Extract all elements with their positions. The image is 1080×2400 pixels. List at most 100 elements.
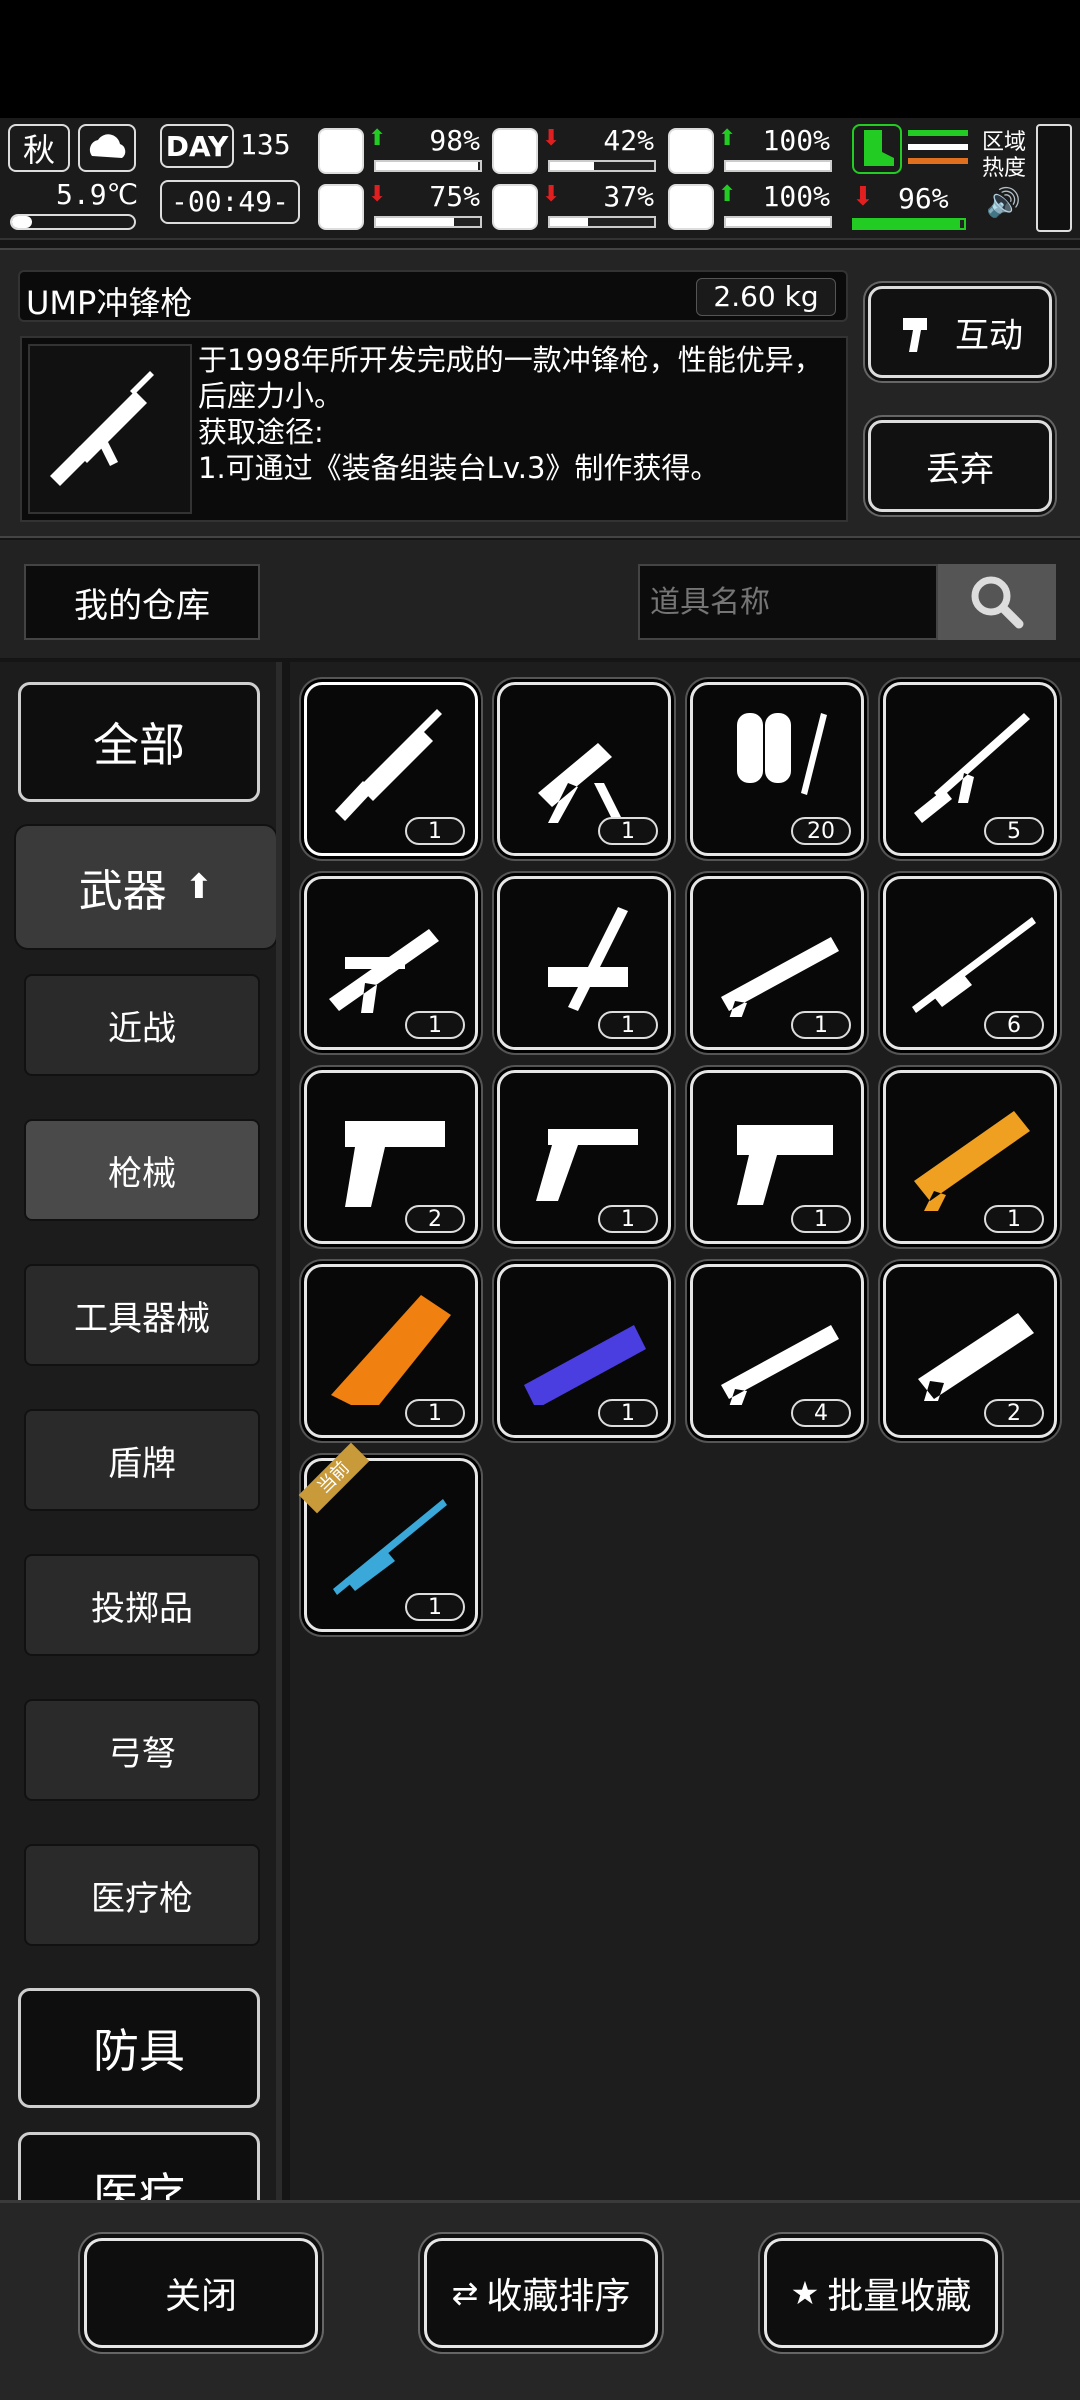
item-weight: 2.60 kg [696,278,836,316]
gold-minigun-icon [914,1111,1030,1211]
top-blank [0,0,1080,118]
mounted-gun-icon [538,743,624,823]
stat-value: 42% [603,124,654,157]
category-all[interactable]: 全部 [18,682,260,802]
item-count-badge: 1 [598,1399,658,1427]
item-count-badge: 1 [598,1011,658,1039]
category-weapons-label: 武器 [78,866,167,917]
stat-bar [374,160,482,172]
trend-arrow-icon: ⬇ [542,126,561,151]
inventory-slot-shotgun[interactable]: 1 [690,876,864,1050]
season-badge: 秋 [8,124,70,172]
status-hud: 秋 5.9℃ DAY 135 -00:49- ⬆ 98% ⬇ 42% ⬆ 100% ⬇ 75… [0,118,1080,240]
subcategory-item[interactable]: 医疗枪 [24,1844,260,1946]
subcategory-item[interactable]: 弓弩 [24,1699,260,1801]
subcategory-label: 医疗枪 [91,1878,193,1919]
item-thumbnail [28,344,192,514]
boot-trend-arrow: ⬇ [852,182,874,212]
inventory-slot-crossbow-gun[interactable]: 1 [497,876,671,1050]
category-weapons[interactable]: 武器 ⬆ [14,824,276,950]
item-count-badge: 2 [405,1205,465,1233]
subcategory-label: 投掷品 [91,1588,193,1629]
inventory-slot-pump-shotgun[interactable]: 4 [690,1264,864,1438]
inventory-slot-smg[interactable]: 1 [304,682,478,856]
subcategory-item[interactable]: 枪械 [24,1119,260,1221]
subcategory-label: 枪械 [108,1153,176,1194]
subcategory-item[interactable]: 投掷品 [24,1554,260,1656]
stat-value: 100% [762,180,830,213]
item-count-badge: 1 [791,1011,851,1039]
category-medical[interactable]: 医疗 [18,2132,260,2200]
inventory-slot-orange-cannon[interactable]: 1 [304,1264,478,1438]
interact-button[interactable]: 互动 [868,286,1052,378]
stat-bar [374,216,482,228]
inventory-slot-blue-blaster[interactable]: 1 [497,1264,671,1438]
item-count-badge: 6 [984,1011,1044,1039]
category-armor-label: 防具 [93,2024,185,2078]
stat-bar [724,216,832,228]
subcategory-item[interactable]: 盾牌 [24,1409,260,1511]
discard-button[interactable]: 丢弃 [868,420,1052,512]
inventory-slot-sniper-rifle[interactable]: 1 [304,876,478,1050]
inventory-slot-mounted-gun[interactable]: 1 [497,682,671,856]
item-count-badge: 20 [791,817,851,845]
thermometer-icon [10,214,136,230]
zone-heat-label: 区域热度 [982,130,1027,181]
close-label: 关闭 [164,2276,237,2317]
weather-icon [78,124,136,172]
item-grid: 1 1 20 5 1 1 1 6 2 1 1 1 1 1 4 2 1 当前 [290,662,1080,2200]
item-desc-box: 于1998年所开发完成的一款冲锋枪，性能优异，后座力小。 获取途径: 1.可通过… [20,336,848,522]
search-icon [971,576,1024,629]
water-drop-icon [492,184,538,230]
season-label: 秋 [22,131,55,169]
stat-bar [548,160,656,172]
item-count-badge: 1 [405,1593,465,1621]
trend-arrow-icon: ⬇ [368,182,387,207]
stat-value: 37% [603,180,654,213]
speaker-icon[interactable]: 🔊 [986,186,1021,219]
heavy-revolver-icon [737,1125,833,1205]
category-all-label: 全部 [93,718,185,772]
inventory-slot-pistol[interactable]: 2 [304,1070,478,1244]
inventory-slot-heavy-revolver[interactable]: 1 [690,1070,864,1244]
subcategory-item[interactable]: 近战 [24,974,260,1076]
close-button[interactable]: 关闭 [84,2238,318,2348]
item-count-badge: 1 [598,1205,658,1233]
collapse-arrow-icon: ⬆ [184,867,214,907]
long-rifle-icon [912,917,1036,1013]
subcategory-item[interactable]: 工具器械 [24,1264,260,1366]
boot-value: 96% [898,182,949,215]
inventory-slot-minigun[interactable]: 2 [883,1264,1057,1438]
item-count-badge: 1 [984,1205,1044,1233]
swap-arrows-icon: ⇄ [451,2274,479,2312]
interact-label: 互动 [955,315,1023,356]
warehouse-title: 我的仓库 [24,564,260,640]
search-button[interactable] [938,564,1056,640]
inventory-slot-revolver[interactable]: 1 [497,1070,671,1244]
batch-favorite-button[interactable]: ★ 批量收藏 [764,2238,998,2348]
item-count-badge: 2 [984,1399,1044,1427]
search-input[interactable] [638,564,938,640]
subcategory-label: 弓弩 [108,1733,176,1774]
inventory-slot-flamethrower[interactable]: 20 [690,682,864,856]
star-icon: ★ [790,2274,820,2312]
orange-cannon-icon [331,1295,451,1405]
game-clock: -00:49- [160,180,300,224]
item-count-badge: 1 [598,817,658,845]
inventory-slot-long-rifle[interactable]: 6 [883,876,1057,1050]
inventory-slot-assault-rifle[interactable]: 5 [883,682,1057,856]
category-nav: 全部 武器 ⬆ 近战枪械工具器械盾牌投掷品弓弩医疗枪 防具 医疗 [0,662,282,2200]
category-medical-label: 医疗 [93,2168,185,2200]
discard-label: 丢弃 [926,449,994,490]
day-box: DAY [160,124,234,168]
hammer-icon [903,318,927,352]
stomach-icon [492,128,538,174]
sort-favorites-button[interactable]: ⇄ 收藏排序 [424,2238,658,2348]
warehouse-bar: 我的仓库 [0,540,1080,658]
inventory-slot-gold-minigun[interactable]: 1 [883,1070,1057,1244]
category-armor[interactable]: 防具 [18,1988,260,2108]
temperature-text: 5.9℃ [56,178,139,211]
boot-icon [852,124,902,174]
medkit-icon [318,128,364,174]
inventory-slot-teal-sniper[interactable]: 1 当前 [298,1442,478,1632]
